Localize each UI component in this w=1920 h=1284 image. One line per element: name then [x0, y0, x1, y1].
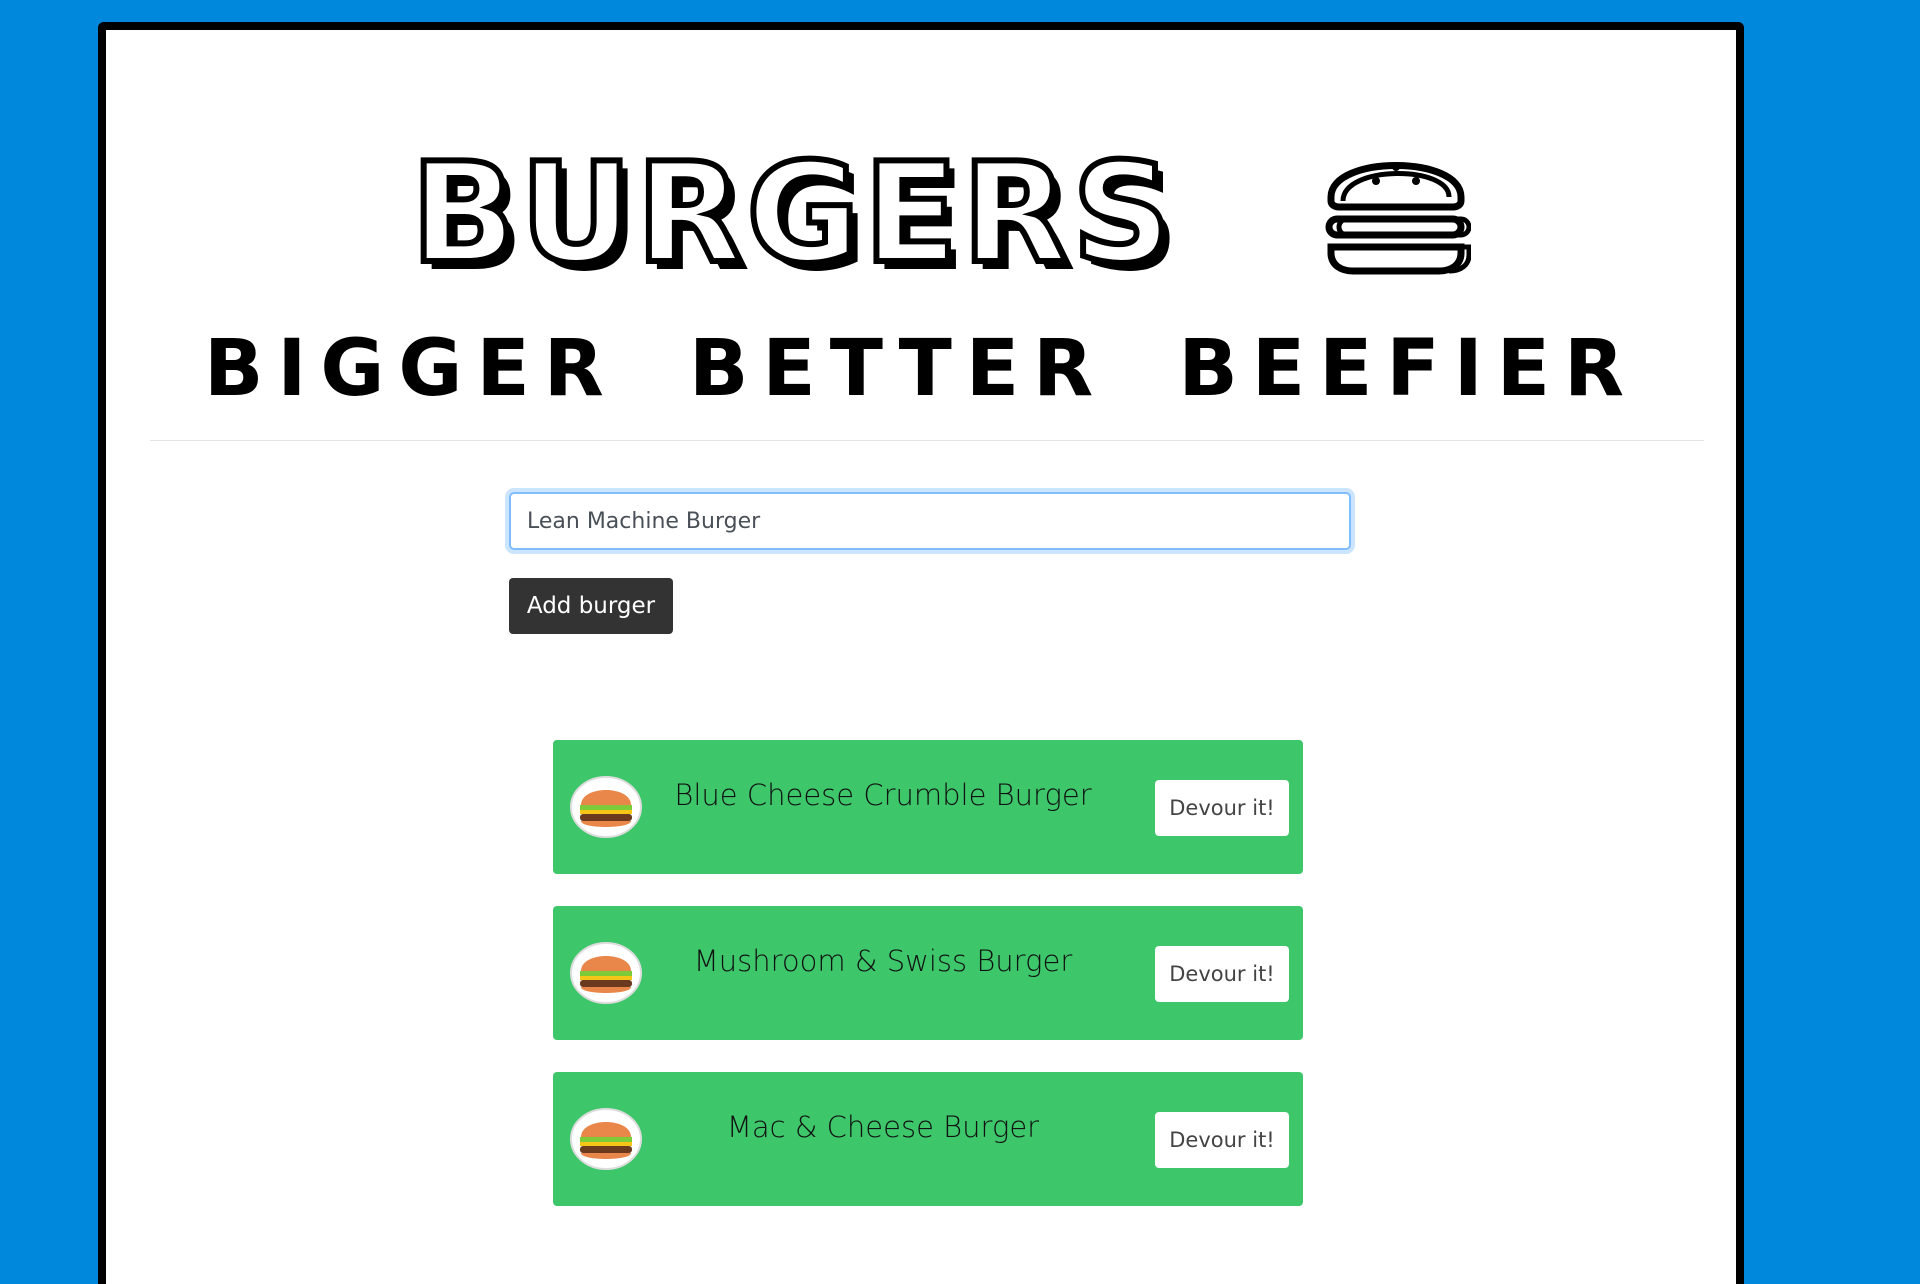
burger-card: Mac & Cheese Burger Devour it!	[553, 1072, 1303, 1206]
burger-name: Mushroom & Swiss Burger	[693, 944, 1073, 978]
devour-button[interactable]: Devour it!	[1155, 1112, 1289, 1168]
divider	[150, 440, 1704, 441]
burger-plate-icon	[570, 942, 642, 1004]
main-panel: BURGERS BIGGER BETTER BEEFIER Add burger	[98, 22, 1744, 1284]
page-title: BURGERS	[408, 133, 1176, 294]
burger-plate-icon	[570, 1108, 642, 1170]
burger-card: Mushroom & Swiss Burger Devour it!	[553, 906, 1303, 1040]
hamburger-icon	[1325, 162, 1471, 275]
burger-card: Blue Cheese Crumble Burger Devour it!	[553, 740, 1303, 874]
add-burger-button[interactable]: Add burger	[509, 578, 673, 634]
burger-name: Blue Cheese Crumble Burger	[674, 778, 1092, 812]
burger-plate-icon	[570, 776, 642, 838]
tagline: BIGGER BETTER BEEFIER	[203, 324, 1639, 414]
burger-name: Mac & Cheese Burger	[726, 1110, 1040, 1144]
burger-name-input[interactable]	[509, 492, 1351, 550]
devour-button[interactable]: Devour it!	[1155, 946, 1289, 1002]
devour-button[interactable]: Devour it!	[1155, 780, 1289, 836]
burger-list: Blue Cheese Crumble Burger Devour it! Mu…	[553, 740, 1303, 1238]
header: BURGERS	[106, 135, 1736, 295]
